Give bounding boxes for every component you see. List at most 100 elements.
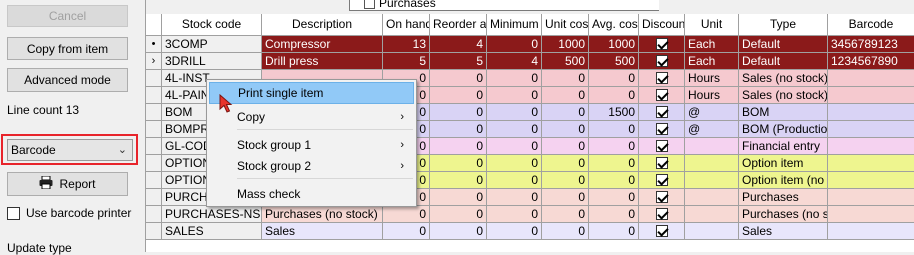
avg-cost-cell[interactable]: 500: [589, 53, 639, 70]
discount-checkbox[interactable]: [655, 157, 668, 169]
avg-cost-cell[interactable]: 0: [589, 87, 639, 104]
row-indicator[interactable]: •: [146, 36, 162, 53]
row-indicator[interactable]: [146, 172, 162, 189]
unit-cost-cell[interactable]: 0: [542, 121, 589, 138]
barcode-cell[interactable]: [828, 138, 914, 155]
discount-cell[interactable]: [639, 206, 685, 223]
discount-checkbox[interactable]: [655, 89, 668, 101]
minimum-cell[interactable]: 0: [487, 189, 542, 206]
discount-checkbox[interactable]: [655, 123, 668, 135]
unit-cell[interactable]: @: [685, 104, 739, 121]
discount-cell[interactable]: [639, 53, 685, 70]
menu-item-copy[interactable]: Copy ›: [209, 106, 414, 128]
barcode-cell[interactable]: [828, 121, 914, 138]
unit-cell[interactable]: Hours: [685, 70, 739, 87]
report-type-select[interactable]: Barcode ⌄: [7, 139, 133, 161]
reorder-cell[interactable]: 0: [430, 172, 487, 189]
desc-cell[interactable]: Purchases (no stock): [262, 206, 383, 223]
unit-cost-cell[interactable]: 0: [542, 172, 589, 189]
type-cell[interactable]: Sales (no stock): [739, 87, 828, 104]
minimum-cell[interactable]: 0: [487, 138, 542, 155]
unit-cost-cell[interactable]: 500: [542, 53, 589, 70]
row-indicator[interactable]: [146, 121, 162, 138]
copy-from-item-button[interactable]: Copy from item: [7, 37, 128, 60]
minimum-cell[interactable]: 0: [487, 104, 542, 121]
row-indicator[interactable]: [146, 206, 162, 223]
discount-cell[interactable]: [639, 155, 685, 172]
avg-cost-cell[interactable]: 0: [589, 70, 639, 87]
desc-cell[interactable]: Sales: [262, 223, 383, 240]
type-cell[interactable]: Option item (no stc: [739, 172, 828, 189]
minimum-cell[interactable]: 0: [487, 172, 542, 189]
menu-item-stock-group-2[interactable]: Stock group 2 ›: [209, 155, 414, 177]
unit-cell[interactable]: @: [685, 121, 739, 138]
barcode-cell[interactable]: [828, 172, 914, 189]
discount-checkbox[interactable]: [655, 140, 668, 152]
report-button[interactable]: Report: [7, 172, 128, 196]
reorder-cell[interactable]: 0: [430, 104, 487, 121]
unit-cell[interactable]: [685, 206, 739, 223]
reorder-cell[interactable]: 0: [430, 138, 487, 155]
column-header-avg-cost[interactable]: Avg. cost: [589, 14, 639, 36]
cancel-button[interactable]: Cancel: [7, 5, 128, 27]
type-cell[interactable]: BOM: [739, 104, 828, 121]
on-hand-cell[interactable]: 5: [383, 53, 430, 70]
row-indicator[interactable]: ›: [146, 53, 162, 70]
discount-cell[interactable]: [639, 36, 685, 53]
discount-checkbox[interactable]: [655, 106, 668, 118]
menu-item-stock-group-1[interactable]: Stock group 1 ›: [209, 134, 414, 156]
unit-cell[interactable]: [685, 189, 739, 206]
desc-cell[interactable]: Compressor: [262, 36, 383, 53]
reorder-cell[interactable]: 4: [430, 36, 487, 53]
menu-item-mass-check[interactable]: Mass check: [209, 183, 414, 205]
unit-cost-cell[interactable]: 0: [542, 87, 589, 104]
avg-cost-cell[interactable]: 0: [589, 223, 639, 240]
discount-checkbox[interactable]: [655, 72, 668, 84]
purchases-filter-checkbox[interactable]: [364, 0, 375, 9]
column-header-minimum[interactable]: Minimum: [487, 14, 542, 36]
discount-cell[interactable]: [639, 70, 685, 87]
discount-checkbox[interactable]: [655, 174, 668, 186]
reorder-cell[interactable]: 5: [430, 53, 487, 70]
barcode-cell[interactable]: [828, 87, 914, 104]
discount-cell[interactable]: [639, 223, 685, 240]
column-header-reorder[interactable]: Reorder at: [430, 14, 487, 36]
type-cell[interactable]: Sales (no stock): [739, 70, 828, 87]
minimum-cell[interactable]: 0: [487, 36, 542, 53]
avg-cost-cell[interactable]: 1500: [589, 104, 639, 121]
avg-cost-cell[interactable]: 0: [589, 155, 639, 172]
barcode-cell[interactable]: 3456789123: [828, 36, 914, 53]
type-cell[interactable]: Purchases (no stock): [739, 206, 828, 223]
advanced-mode-button[interactable]: Advanced mode: [7, 68, 128, 92]
minimum-cell[interactable]: 0: [487, 70, 542, 87]
table-row[interactable]: SALES Sales 0 0 0 0 0 Sales: [146, 223, 914, 240]
row-indicator[interactable]: [146, 87, 162, 104]
barcode-cell[interactable]: [828, 223, 914, 240]
reorder-cell[interactable]: 0: [430, 70, 487, 87]
unit-cost-cell[interactable]: 0: [542, 206, 589, 223]
unit-cost-cell[interactable]: 0: [542, 70, 589, 87]
column-header-type[interactable]: Type: [739, 14, 828, 36]
minimum-cell[interactable]: 0: [487, 121, 542, 138]
reorder-cell[interactable]: 0: [430, 87, 487, 104]
barcode-cell[interactable]: [828, 155, 914, 172]
code-cell[interactable]: SALES: [162, 223, 262, 240]
column-header-code[interactable]: Stock code: [162, 14, 262, 36]
type-cell[interactable]: Option item: [739, 155, 828, 172]
table-row[interactable]: › 3DRILL Drill press 5 5 4 500 500 Each Default 12…: [146, 53, 914, 70]
discount-cell[interactable]: [639, 172, 685, 189]
discount-cell[interactable]: [639, 189, 685, 206]
minimum-cell[interactable]: 0: [487, 206, 542, 223]
reorder-cell[interactable]: 0: [430, 189, 487, 206]
reorder-cell[interactable]: 0: [430, 155, 487, 172]
unit-cell[interactable]: [685, 155, 739, 172]
reorder-cell[interactable]: 0: [430, 223, 487, 240]
reorder-cell[interactable]: 0: [430, 121, 487, 138]
on-hand-cell[interactable]: 13: [383, 36, 430, 53]
row-indicator[interactable]: [146, 70, 162, 87]
column-header-barcode[interactable]: Barcode: [828, 14, 914, 36]
use-barcode-printer-option[interactable]: Use barcode printer: [7, 206, 131, 220]
avg-cost-cell[interactable]: 0: [589, 189, 639, 206]
barcode-cell[interactable]: [828, 70, 914, 87]
row-indicator[interactable]: [146, 138, 162, 155]
